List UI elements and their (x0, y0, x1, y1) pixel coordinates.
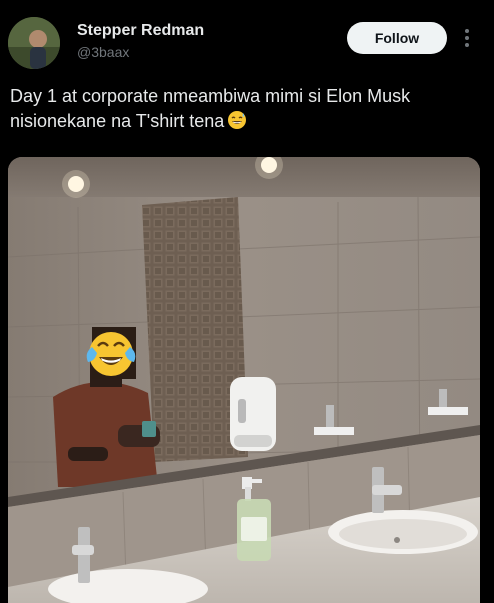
grinning-sweat-emoji-icon (227, 110, 247, 130)
more-vertical-icon[interactable] (459, 26, 475, 50)
user-handle[interactable]: @3baax (77, 44, 129, 60)
tears-of-joy-emoji-icon (86, 327, 136, 379)
tweet-body: Day 1 at corporate nmeambiwa mimi si Elo… (10, 84, 480, 134)
bathroom-mirror-photo (8, 157, 480, 603)
tweet-photo[interactable] (8, 157, 480, 603)
tweet-text: Day 1 at corporate nmeambiwa mimi si Elo… (10, 86, 411, 131)
follow-button[interactable]: Follow (347, 22, 447, 54)
display-name[interactable]: Stepper Redman (77, 22, 204, 40)
avatar[interactable] (8, 17, 60, 69)
avatar-image (8, 17, 60, 69)
